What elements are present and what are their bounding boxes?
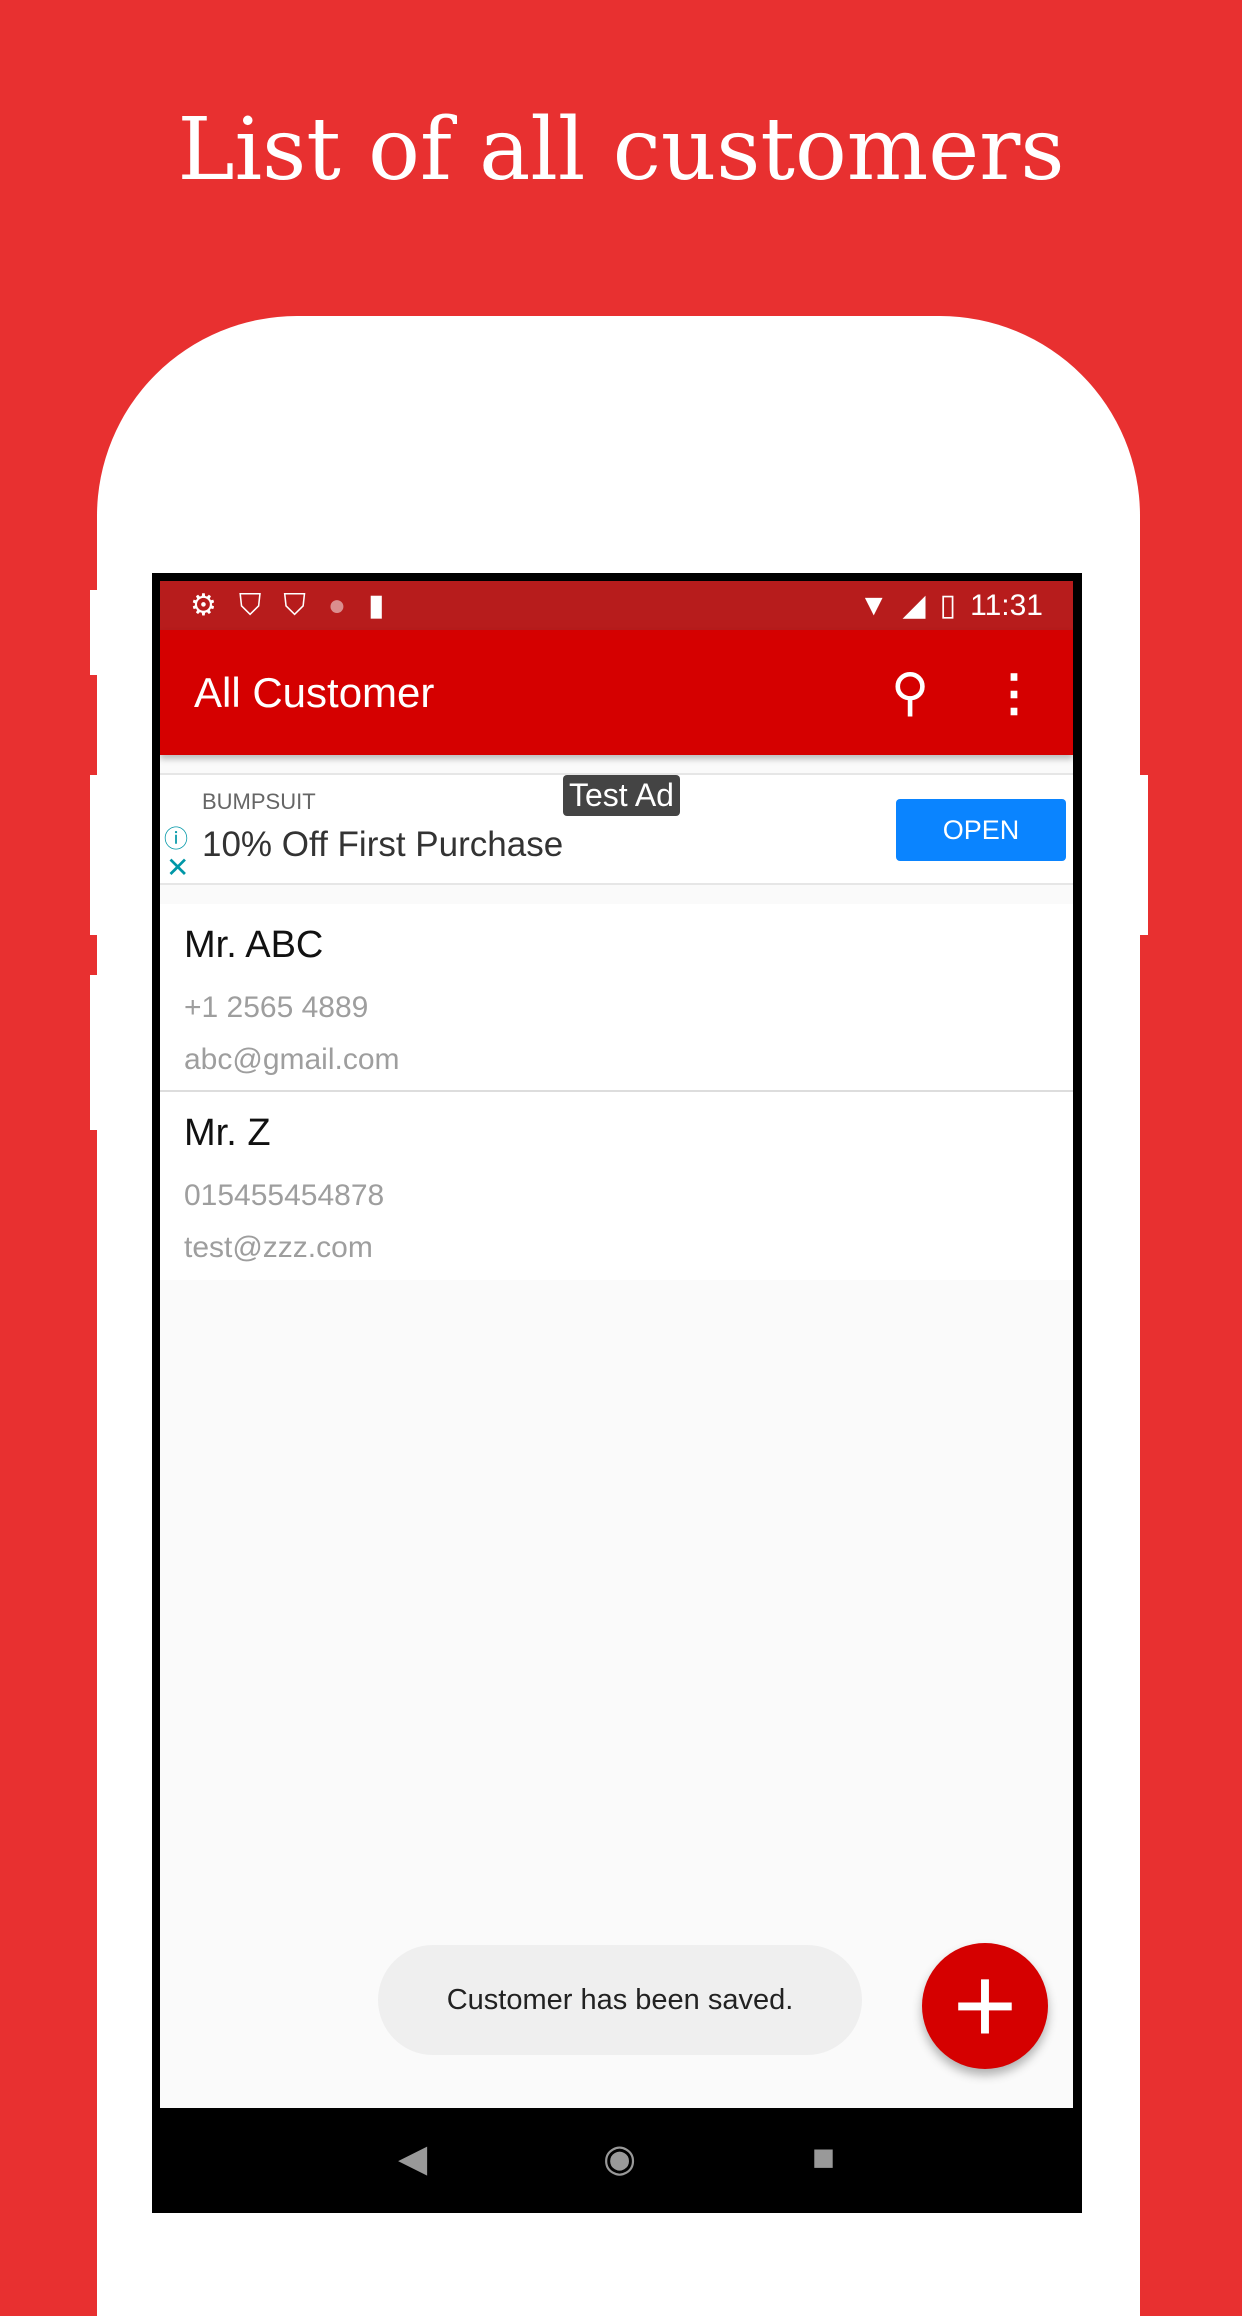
phone-side-button <box>90 775 98 935</box>
back-icon[interactable]: ◀ <box>398 2136 427 2181</box>
add-customer-button[interactable]: + <box>922 1943 1048 2069</box>
more-vert-icon[interactable]: ⋮ <box>989 664 1039 722</box>
search-icon[interactable]: ⚲ <box>891 663 929 723</box>
status-bar: ⚙ ⛉ ⛉ ● ▮ ▼ ◢ ▯ 11:31 <box>160 581 1073 630</box>
customer-email: test@zzz.com <box>184 1231 373 1264</box>
app-bar-title: All Customer <box>194 668 435 716</box>
ad-headline: 10% Off First Purchase <box>202 825 564 864</box>
sd-card-icon: ▮ <box>368 589 385 622</box>
plus-icon: + <box>952 1944 1018 2067</box>
list-item[interactable]: Mr. Z 015455454878 test@zzz.com <box>160 1092 1073 1280</box>
customer-name: Mr. ABC <box>184 924 324 966</box>
ad-banner[interactable]: ⓘ ✕ BUMPSUIT 10% Off First Purchase Test… <box>160 773 1073 885</box>
battery-charging-icon: ▯ <box>939 589 957 622</box>
wifi-off-icon: ▼ <box>858 588 889 622</box>
home-icon[interactable]: ◉ <box>603 2136 636 2181</box>
clock: 11:31 <box>970 588 1043 622</box>
recents-icon[interactable]: ■ <box>812 2137 835 2180</box>
signal-icon: ◢ <box>902 589 926 622</box>
phone-side-button <box>90 975 98 1130</box>
info-icon[interactable]: ⓘ <box>164 819 188 854</box>
customer-name: Mr. Z <box>184 1112 271 1154</box>
close-icon[interactable]: ✕ <box>166 851 189 884</box>
shield-play-icon: ⛉ <box>238 588 262 622</box>
phone-side-button <box>90 590 98 675</box>
toast-message: Customer has been saved. <box>378 1945 862 2055</box>
loading-icon: ● <box>327 588 347 622</box>
customer-email: abc@gmail.com <box>184 1043 400 1076</box>
page-title: List of all customers <box>177 100 1065 200</box>
settings-icon: ⚙ <box>190 589 217 622</box>
ad-open-button[interactable]: OPEN <box>896 799 1066 861</box>
app-screen: ⚙ ⛉ ⛉ ● ▮ ▼ ◢ ▯ 11:31 All Customer ⚲ ⋮ ⓘ… <box>160 581 1073 2108</box>
ad-advertiser: BUMPSUIT <box>202 789 316 814</box>
test-ad-badge: Test Ad <box>563 775 680 816</box>
customer-list: Mr. ABC +1 2565 4889 abc@gmail.com Mr. Z… <box>160 904 1073 1280</box>
phone-side-button <box>1140 775 1148 935</box>
customer-phone: +1 2565 4889 <box>184 991 369 1024</box>
shield-play-icon: ⛉ <box>283 588 306 622</box>
navigation-bar: ◀ ◉ ■ <box>160 2108 1073 2208</box>
customer-phone: 015455454878 <box>184 1179 385 1212</box>
app-bar: All Customer ⚲ ⋮ <box>160 630 1073 755</box>
list-item[interactable]: Mr. ABC +1 2565 4889 abc@gmail.com <box>160 904 1073 1092</box>
